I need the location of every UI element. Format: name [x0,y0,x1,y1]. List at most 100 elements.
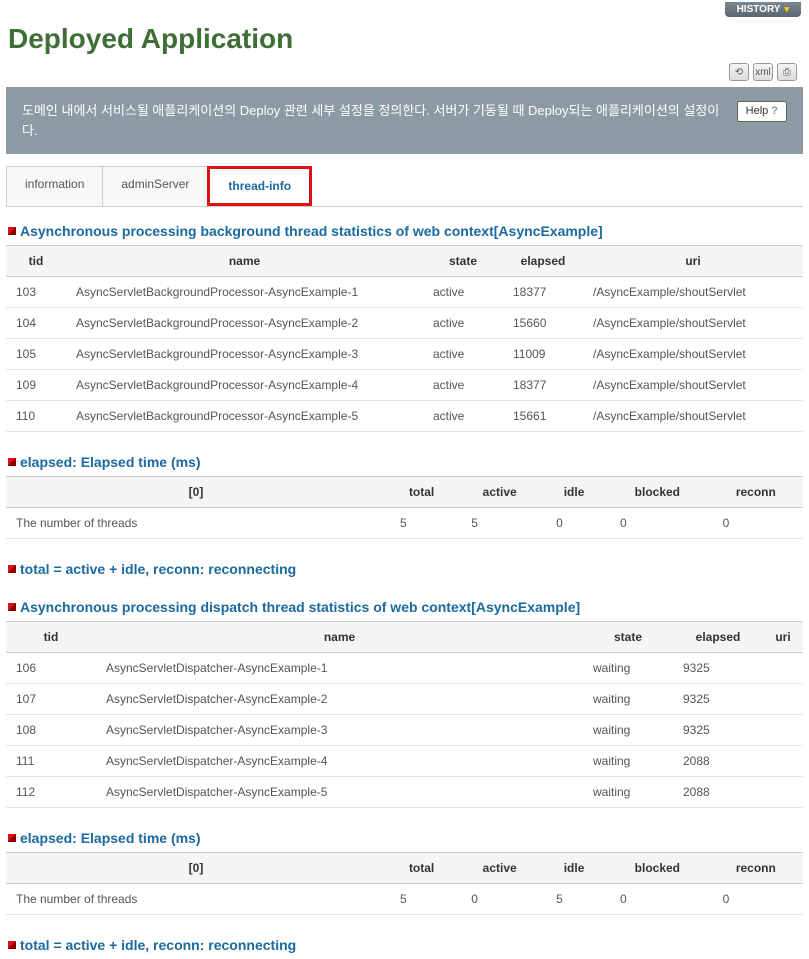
cell-tid: 112 [6,777,96,808]
cell-state: active [423,308,503,339]
table-row: 105AsyncServletBackgroundProcessor-Async… [6,339,803,370]
cell-reconn: 0 [709,508,803,539]
section-title-formula-2: total = active + idle, reconn: reconnect… [0,921,809,959]
tab-information[interactable]: information [6,166,103,206]
cell-elapsed: 15660 [503,308,583,339]
cell-uri: /AsyncExample/shoutServlet [583,308,803,339]
cell-state: waiting [583,684,673,715]
col-tid: tid [6,246,66,277]
cell-uri: /AsyncExample/shoutServlet [583,277,803,308]
cell-name: AsyncServletDispatcher-AsyncExample-5 [96,777,583,808]
cell-uri [763,715,803,746]
section-title-bg-stats: Asynchronous processing background threa… [0,207,809,245]
cell-tid: 105 [6,339,66,370]
export-icon[interactable]: ⎙ [777,63,797,81]
col-blocked: blocked [606,477,709,508]
col-active: active [457,477,542,508]
cell-active: 0 [457,884,542,915]
cell-state: active [423,370,503,401]
cell-elapsed: 15661 [503,401,583,432]
table-row: 108AsyncServletDispatcher-AsyncExample-3… [6,715,803,746]
table-dispatch-threads: tid name state elapsed uri 106AsyncServl… [6,621,803,808]
tab-thread-info[interactable]: thread-info [207,166,312,206]
table-row: 112AsyncServletDispatcher-AsyncExample-5… [6,777,803,808]
cell-idle: 5 [542,884,606,915]
col-label: [0] [6,477,386,508]
table-row: The number of threads 5 0 5 0 0 [6,884,803,915]
cell-name: AsyncServletDispatcher-AsyncExample-3 [96,715,583,746]
col-reconn: reconn [709,477,803,508]
cell-total: 5 [386,884,457,915]
help-label: Help [746,103,769,120]
cell-tid: 108 [6,715,96,746]
cell-uri: /AsyncExample/shoutServlet [583,370,803,401]
cell-state: active [423,277,503,308]
cell-name: AsyncServletBackgroundProcessor-AsyncExa… [66,370,423,401]
cell-tid: 109 [6,370,66,401]
col-total: total [386,853,457,884]
xml-icon[interactable]: xml [753,63,773,81]
help-button[interactable]: Help ? [737,101,787,122]
history-button[interactable]: HISTORY ▾ [725,2,801,17]
cell-total: 5 [386,508,457,539]
col-tid: tid [6,622,96,653]
page-description: 도메인 내에서 서비스될 애플리케이션의 Deploy 관련 세부 설정을 정의… [22,101,725,140]
table-row: 107AsyncServletDispatcher-AsyncExample-2… [6,684,803,715]
cell-name: AsyncServletBackgroundProcessor-AsyncExa… [66,277,423,308]
col-elapsed: elapsed [673,622,763,653]
col-uri: uri [583,246,803,277]
table-row: 106AsyncServletDispatcher-AsyncExample-1… [6,653,803,684]
table-bg-threads: tid name state elapsed uri 103AsyncServl… [6,245,803,432]
col-idle: idle [542,853,606,884]
history-label: HISTORY [737,4,781,15]
tab-bar: information adminServer thread-info [6,166,803,207]
help-icon: ? [771,103,778,120]
cell-elapsed: 18377 [503,370,583,401]
cell-elapsed: 2088 [673,777,763,808]
col-label: [0] [6,853,386,884]
table-row: 111AsyncServletDispatcher-AsyncExample-4… [6,746,803,777]
cell-name: AsyncServletBackgroundProcessor-AsyncExa… [66,308,423,339]
cell-tid: 107 [6,684,96,715]
table-row: 103AsyncServletBackgroundProcessor-Async… [6,277,803,308]
cell-tid: 110 [6,401,66,432]
cell-reconn: 0 [709,884,803,915]
cell-state: waiting [583,777,673,808]
cell-active: 5 [457,508,542,539]
refresh-icon[interactable]: ⟲ [729,63,749,81]
table-row: 110AsyncServletBackgroundProcessor-Async… [6,401,803,432]
cell-state: waiting [583,653,673,684]
cell-label: The number of threads [6,508,386,539]
table-row: The number of threads 5 5 0 0 0 [6,508,803,539]
cell-state: waiting [583,746,673,777]
cell-elapsed: 9325 [673,715,763,746]
tab-adminserver[interactable]: adminServer [102,166,208,206]
table-row: 109AsyncServletBackgroundProcessor-Async… [6,370,803,401]
col-blocked: blocked [606,853,709,884]
cell-state: waiting [583,715,673,746]
cell-tid: 103 [6,277,66,308]
cell-label: The number of threads [6,884,386,915]
cell-uri [763,746,803,777]
col-name: name [96,622,583,653]
cell-elapsed: 2088 [673,746,763,777]
section-title-dispatch-stats: Asynchronous processing dispatch thread … [0,583,809,621]
cell-uri [763,653,803,684]
col-uri: uri [763,622,803,653]
section-title-formula-1: total = active + idle, reconn: reconnect… [0,545,809,583]
cell-blocked: 0 [606,508,709,539]
table-elapsed-2: [0] total active idle blocked reconn The… [6,852,803,915]
cell-elapsed: 9325 [673,653,763,684]
cell-state: active [423,401,503,432]
cell-elapsed: 18377 [503,277,583,308]
cell-uri: /AsyncExample/shoutServlet [583,401,803,432]
cell-uri [763,777,803,808]
page-title: Deployed Application [0,19,809,63]
cell-blocked: 0 [606,884,709,915]
col-state: state [583,622,673,653]
cell-name: AsyncServletDispatcher-AsyncExample-1 [96,653,583,684]
col-reconn: reconn [709,853,803,884]
col-name: name [66,246,423,277]
col-active: active [457,853,542,884]
section-title-elapsed-2: elapsed: Elapsed time (ms) [0,814,809,852]
